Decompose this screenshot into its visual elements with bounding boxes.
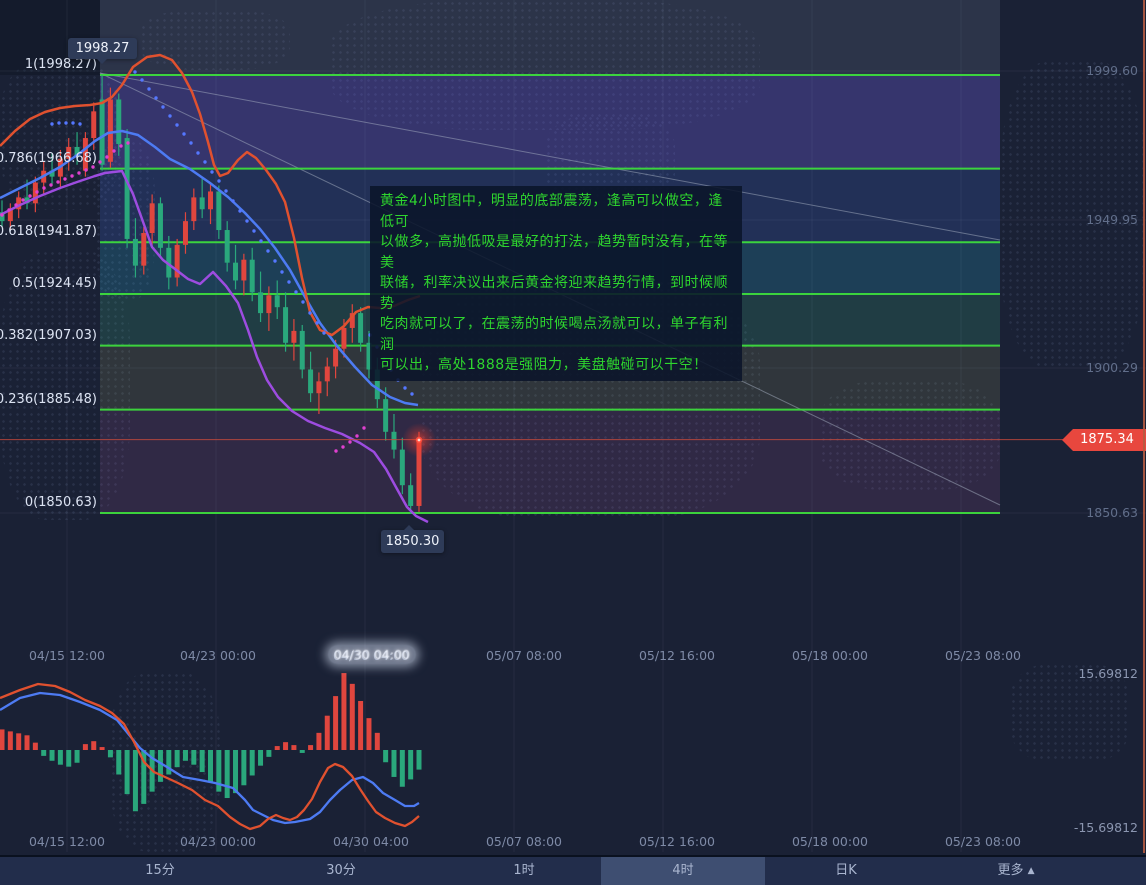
date-label: 04/23 00:00 (179, 834, 257, 849)
low-price-tooltip: 1850.30 (381, 525, 444, 553)
fib-level-label: 0.5(1924.45) (12, 275, 97, 291)
current-price-badge: 1875.34 (1062, 429, 1146, 451)
macd-time-axis: 04/15 12:00 04/23 00:00 04/30 04:00 05/07 0… (0, 834, 1146, 852)
tab-daily[interactable]: 日K (835, 857, 857, 885)
note-line: 可以出，高处1888是强阻力，美盘触碰可以干空！ (380, 357, 708, 373)
chart-right-border (1143, 0, 1145, 853)
fib-level-label: 0.236(1885.48) (0, 391, 97, 407)
high-price-tooltip: 1998.27 (68, 38, 137, 64)
date-label: 05/18 00:00 (791, 648, 869, 663)
note-line: 黄金4小时图中，明显的底部震荡，逢高可以做空，逢低可 (380, 193, 723, 230)
macd-max-label: 15.69812 (1078, 666, 1138, 681)
candlestick-chart[interactable] (0, 0, 1146, 885)
fib-level-label: 0.382(1907.03) (0, 327, 97, 343)
macd-min-label: -15.69812 (1073, 820, 1138, 835)
note-line: 吃肉就可以了，在震荡的时候喝点汤就可以，单子有利润 (380, 316, 728, 353)
tab-1hour[interactable]: 1时 (513, 857, 534, 885)
date-label: 05/18 00:00 (791, 834, 869, 849)
tab-more-label: 更多 (997, 863, 1024, 878)
timeframe-toolbar: 15分 30分 1时 4时 日K 更多 ▲ (0, 855, 1146, 885)
fib-level-label: 0(1850.63) (24, 494, 97, 510)
note-line: 联储，利率决议出来后黄金将迎来趋势行情，到时候顺势 (380, 275, 728, 312)
date-label: 04/15 12:00 (28, 834, 106, 849)
crosshair-date-badge: 04/30 04:00 (328, 645, 416, 664)
fib-level-label: 0.786(1966.68) (0, 150, 97, 166)
price-tick: 1900.29 (1086, 360, 1138, 375)
tab-15min[interactable]: 15分 (145, 857, 175, 885)
caret-up-icon: ▲ (1027, 866, 1035, 876)
date-label: 04/15 12:00 (28, 648, 106, 663)
analyst-note: 黄金4小时图中，明显的底部震荡，逢高可以做空，逢低可 以做多，高抛低吸是最好的打… (370, 186, 742, 381)
tab-more[interactable]: 更多 ▲ (997, 857, 1034, 885)
price-tick: 1949.95 (1086, 212, 1138, 227)
tab-30min[interactable]: 30分 (326, 857, 356, 885)
date-label: 05/07 08:00 (485, 648, 563, 663)
date-label: 05/07 08:00 (485, 834, 563, 849)
tab-4hour[interactable]: 4时 (672, 857, 693, 885)
macd-panel (0, 673, 422, 831)
trading-app: 1(1998.27) 0.786(1966.68) 0.618(1941.87) 0.… (0, 0, 1146, 885)
date-label: 05/23 08:00 (944, 648, 1022, 663)
note-line: 以做多，高抛低吸是最好的打法，趋势暂时没有，在等美 (380, 234, 728, 271)
date-label: 05/12 16:00 (638, 834, 716, 849)
price-tick: 1850.63 (1086, 505, 1138, 520)
time-axis: 04/15 12:00 04/23 00:00 04/30 04:00 05/07 0… (0, 648, 1146, 666)
date-label: 05/12 16:00 (638, 648, 716, 663)
price-tick: 1999.60 (1086, 63, 1138, 78)
fib-level-label: 0.618(1941.87) (0, 224, 97, 240)
date-label: 04/23 00:00 (179, 648, 257, 663)
date-label: 04/30 04:00 (332, 834, 410, 849)
date-label: 05/23 08:00 (944, 834, 1022, 849)
